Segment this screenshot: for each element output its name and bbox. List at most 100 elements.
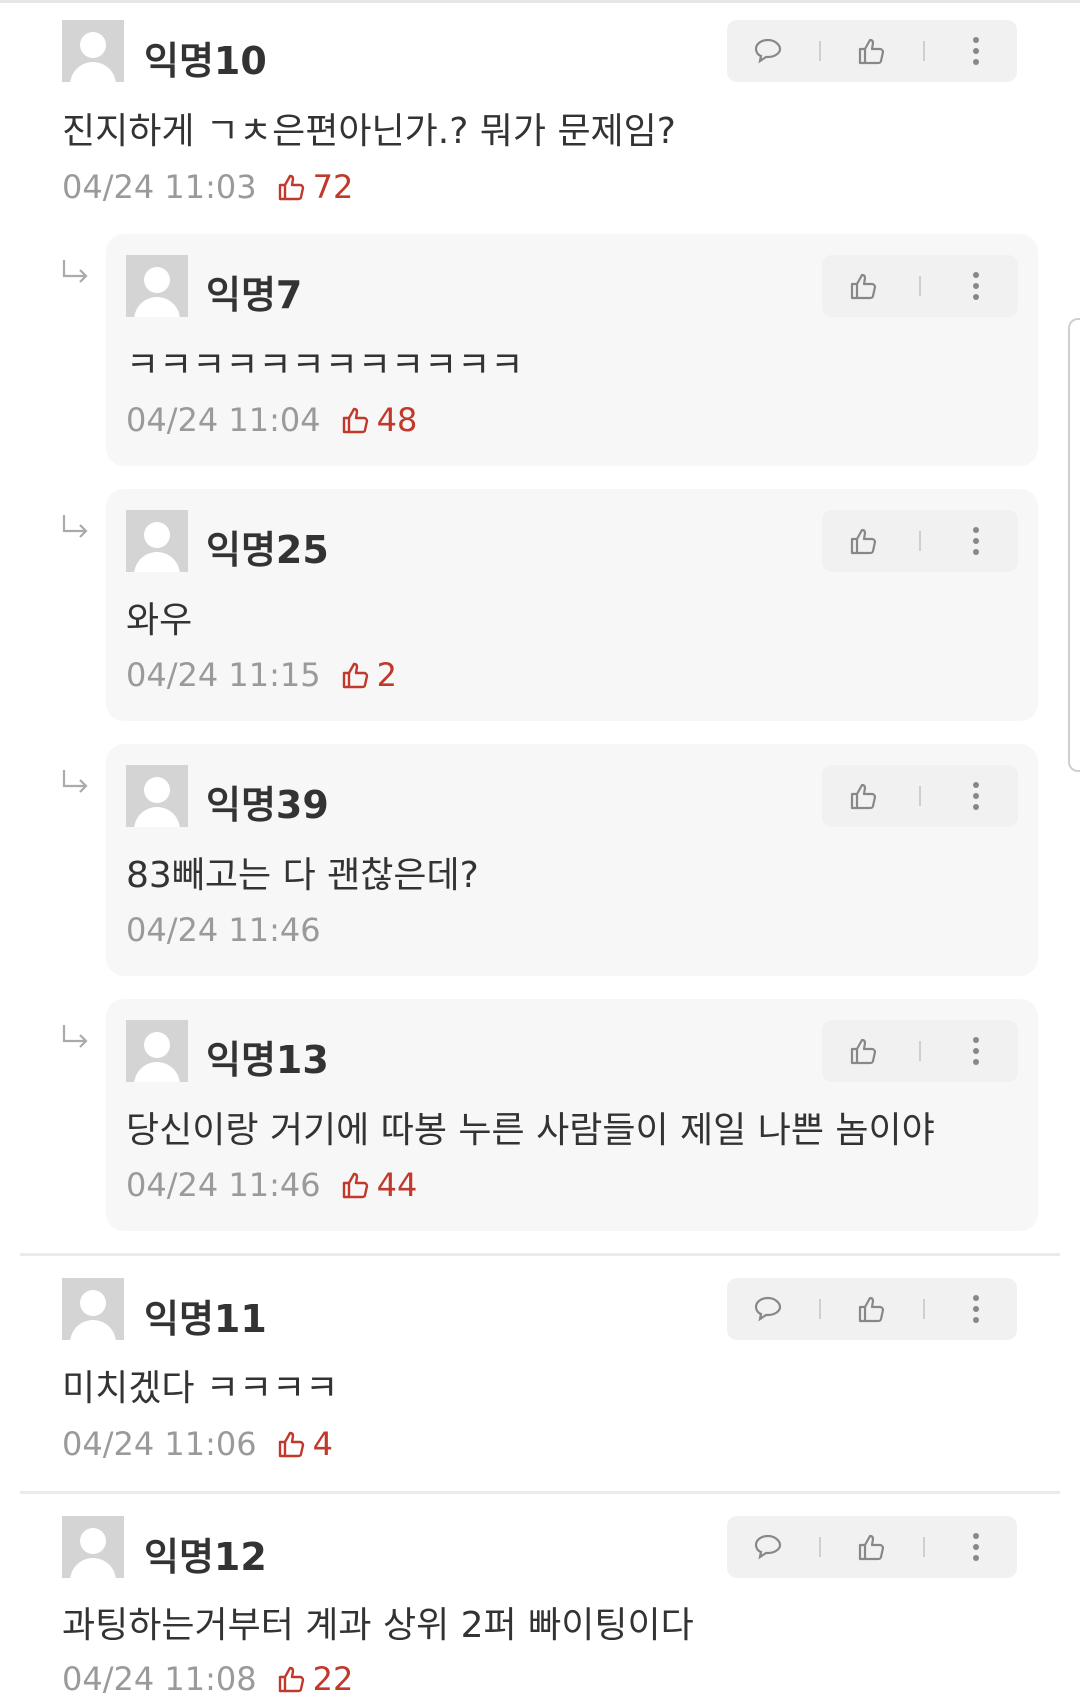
thumbs-up-icon xyxy=(858,38,885,65)
vertical-dots-icon xyxy=(972,527,979,555)
comment-text: 당신이랑 거기에 따봉 누른 사람들이 제일 나쁜 놈이야 xyxy=(126,1110,935,1151)
thumbs-up-icon xyxy=(858,1534,885,1561)
comment-author: 익명11 xyxy=(144,1297,267,1341)
comment-meta: 04/24 11:15 2 xyxy=(126,656,397,694)
reply-arrow-icon xyxy=(62,515,88,538)
thumbs-up-icon xyxy=(851,273,877,300)
comment-author: 익명13 xyxy=(206,1038,329,1082)
top-border xyxy=(0,0,1080,3)
like-button[interactable] xyxy=(842,1522,902,1572)
like-button[interactable] xyxy=(842,1284,902,1334)
avatar[interactable] xyxy=(126,765,188,827)
comment-author: 익명12 xyxy=(144,1535,267,1579)
like-count: 48 xyxy=(341,401,417,439)
more-button[interactable] xyxy=(946,516,1006,566)
comment-text: ㅋㅋㅋㅋㅋㅋㅋㅋㅋㅋㅋㅋ xyxy=(126,345,524,386)
thumbs-up-icon xyxy=(278,1431,304,1458)
thumbs-up-icon xyxy=(278,174,304,201)
thumbs-up-icon xyxy=(851,783,877,810)
reply-arrow-icon xyxy=(62,770,88,793)
avatar[interactable] xyxy=(62,20,124,82)
reply-button[interactable] xyxy=(738,1284,798,1334)
vertical-dots-icon xyxy=(973,1295,980,1323)
comment-time: 04/24 11:08 xyxy=(62,1660,257,1698)
vertical-dots-icon xyxy=(972,782,979,810)
reply-card: 익명25 와우 04/24 11:15 2 xyxy=(106,489,1038,721)
comment-actions xyxy=(727,20,1017,82)
comment-meta: 04/24 11:08 22 xyxy=(62,1660,353,1698)
comment-actions xyxy=(727,1278,1017,1340)
avatar[interactable] xyxy=(126,255,188,317)
like-button[interactable] xyxy=(842,26,902,76)
like-count: 44 xyxy=(341,1166,417,1204)
reply-card: 익명39 83빼고는 다 괜찮은데? 04/24 11:46 xyxy=(106,744,1038,976)
like-count: 22 xyxy=(277,1660,353,1698)
thumbs-up-icon xyxy=(342,1172,368,1199)
reply-card: 익명7 ㅋㅋㅋㅋㅋㅋㅋㅋㅋㅋㅋㅋ 04/24 11:04 48 xyxy=(106,234,1038,466)
vertical-dots-icon xyxy=(973,37,980,65)
comment-time: 04/24 11:46 xyxy=(126,911,321,949)
comment-meta: 04/24 11:03 72 xyxy=(62,168,353,206)
reply-arrow-icon xyxy=(62,1025,88,1048)
comment-actions xyxy=(822,255,1018,317)
thumbs-up-icon xyxy=(851,528,877,555)
thumbs-up-icon xyxy=(342,407,368,434)
comment-author: 익명39 xyxy=(206,783,329,827)
like-button[interactable] xyxy=(834,771,894,821)
divider xyxy=(20,1491,1060,1494)
comment-actions xyxy=(822,510,1018,572)
more-button[interactable] xyxy=(946,261,1006,311)
comment-author: 익명25 xyxy=(206,528,329,572)
vertical-dots-icon xyxy=(972,272,979,300)
vertical-dots-icon xyxy=(972,1037,979,1065)
like-button[interactable] xyxy=(834,1026,894,1076)
thumbs-up-icon xyxy=(342,662,368,689)
comment-actions xyxy=(727,1516,1017,1578)
chat-bubble-icon xyxy=(754,38,781,64)
comment-text: 과팅하는거부터 계과 상위 2퍼 빠이팅이다 xyxy=(62,1605,694,1646)
more-button[interactable] xyxy=(946,1026,1006,1076)
comment-text: 와우 xyxy=(126,600,193,641)
comment-time: 04/24 11:04 xyxy=(126,401,321,439)
reply-button[interactable] xyxy=(738,1522,798,1572)
comment-text: 83빼고는 다 괜찮은데? xyxy=(126,855,479,896)
comment-meta: 04/24 11:46 44 xyxy=(126,1166,417,1204)
like-count: 4 xyxy=(277,1425,333,1463)
thumbs-up-icon xyxy=(851,1038,877,1065)
more-button[interactable] xyxy=(946,1284,1006,1334)
vertical-dots-icon xyxy=(973,1533,980,1561)
avatar[interactable] xyxy=(62,1278,124,1340)
chat-bubble-icon xyxy=(754,1296,781,1322)
thumbs-up-icon xyxy=(858,1296,885,1323)
comment-meta: 04/24 11:06 4 xyxy=(62,1425,333,1463)
comment-actions xyxy=(822,765,1018,827)
scrollbar[interactable] xyxy=(1068,318,1080,772)
comment-meta: 04/24 11:04 48 xyxy=(126,401,417,439)
like-count: 72 xyxy=(277,168,353,206)
comment-time: 04/24 11:15 xyxy=(126,656,321,694)
avatar[interactable] xyxy=(126,1020,188,1082)
comment-time: 04/24 11:46 xyxy=(126,1166,321,1204)
like-count: 2 xyxy=(341,656,397,694)
divider xyxy=(20,1253,1060,1256)
comment-text: 미치겠다 ㅋㅋㅋㅋ xyxy=(62,1368,339,1409)
comment-text: 진지하게 ㄱㅊ은편아닌가.? 뭐가 문제임? xyxy=(62,111,676,152)
comment-time: 04/24 11:03 xyxy=(62,168,257,206)
comment-author: 익명7 xyxy=(206,273,303,317)
like-button[interactable] xyxy=(834,516,894,566)
like-button[interactable] xyxy=(834,261,894,311)
reply-arrow-icon xyxy=(62,260,88,283)
more-button[interactable] xyxy=(946,771,1006,821)
more-button[interactable] xyxy=(946,1522,1006,1572)
comment-time: 04/24 11:06 xyxy=(62,1425,257,1463)
avatar[interactable] xyxy=(62,1516,124,1578)
comment-meta: 04/24 11:46 xyxy=(126,911,321,949)
reply-button[interactable] xyxy=(738,26,798,76)
avatar[interactable] xyxy=(126,510,188,572)
comment-actions xyxy=(822,1020,1018,1082)
thumbs-up-icon xyxy=(278,1666,304,1693)
chat-bubble-icon xyxy=(754,1534,781,1560)
more-button[interactable] xyxy=(946,26,1006,76)
reply-card: 익명13 당신이랑 거기에 따봉 누른 사람들이 제일 나쁜 놈이야 04/24… xyxy=(106,999,1038,1231)
comment-author: 익명10 xyxy=(144,39,267,83)
